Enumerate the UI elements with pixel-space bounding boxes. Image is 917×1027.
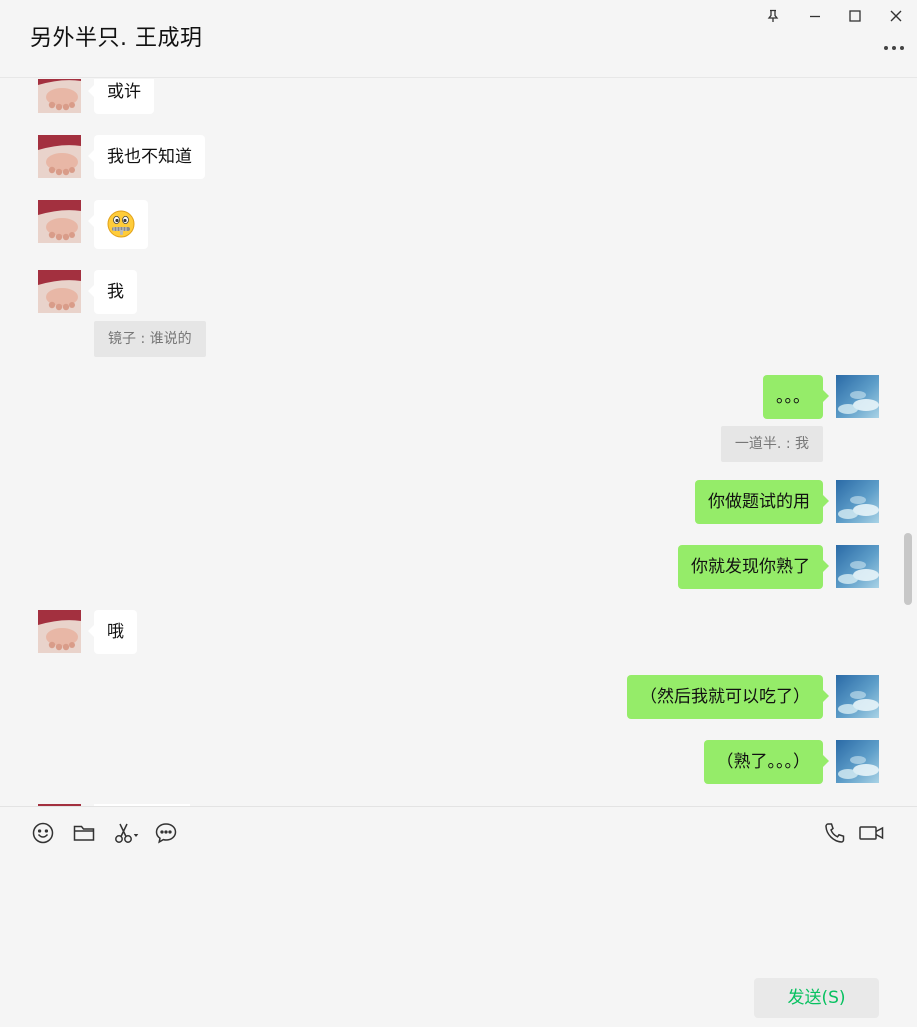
contact-avatar[interactable] — [38, 79, 81, 113]
more-options-button[interactable] — [883, 38, 905, 58]
more-dots-icon — [884, 46, 904, 50]
my-avatar[interactable] — [836, 545, 879, 588]
message-bubble-outgoing[interactable]: 你就发现你熟了 — [678, 545, 829, 589]
message-bubble-outgoing[interactable]: 你做题试的用 — [695, 480, 829, 524]
emoji-icon — [32, 822, 54, 844]
video-call-button[interactable] — [858, 821, 886, 847]
chat-bubble-icon — [155, 823, 177, 844]
message-bubble-incoming[interactable]: 或许 — [88, 79, 154, 114]
send-file-button[interactable] — [72, 821, 98, 847]
phone-icon — [825, 823, 845, 843]
video-call-icon — [859, 826, 884, 840]
message-bubble-incoming[interactable]: 我也不知道 — [88, 135, 205, 179]
chat-title: 另外半只. 王成玥 — [30, 26, 203, 51]
pin-icon — [767, 9, 779, 22]
title-bar: 另外半只. 王成玥 — [0, 0, 917, 78]
screenshot-button[interactable] — [113, 821, 141, 847]
my-avatar[interactable] — [836, 740, 879, 783]
minimize-icon — [810, 15, 820, 18]
close-button[interactable] — [883, 4, 909, 28]
message-bubble-outgoing[interactable]: （然后我就可以吃了） — [627, 675, 829, 719]
message-scrollbar[interactable] — [904, 533, 912, 605]
my-avatar[interactable] — [836, 675, 879, 718]
message-list[interactable]: 或许 我也不知道 我 镜子: 谁说的 。。。 一道半.: 我 你做题试的用 … — [0, 79, 917, 806]
pin-button[interactable] — [760, 4, 786, 28]
close-icon — [890, 10, 902, 22]
zipper-mouth-face-icon — [107, 210, 135, 238]
contact-avatar[interactable] — [38, 270, 81, 313]
send-button[interactable]: 发送(S) — [754, 978, 879, 1018]
maximize-icon — [849, 10, 861, 22]
message-bubble-incoming[interactable]: 我 — [88, 270, 137, 314]
quoted-reply[interactable]: 一道半. : 我 — [720, 426, 823, 462]
composer-toolbar — [0, 806, 917, 862]
voice-call-button[interactable] — [823, 821, 849, 847]
chat-history-button[interactable] — [154, 821, 180, 847]
quoted-reply[interactable]: 镜子 : 谁说的 — [94, 321, 206, 357]
scissors-icon — [115, 823, 139, 843]
message-bubble-incoming[interactable]: 哦 — [88, 610, 137, 654]
my-avatar[interactable] — [836, 375, 879, 418]
contact-avatar[interactable] — [38, 200, 81, 243]
contact-avatar[interactable] — [38, 610, 81, 653]
message-bubble-incoming[interactable] — [88, 200, 148, 249]
folder-icon — [73, 825, 95, 841]
message-input[interactable] — [20, 864, 897, 969]
emoji-button[interactable] — [31, 821, 57, 847]
my-avatar[interactable] — [836, 480, 879, 523]
minimize-button[interactable] — [802, 4, 828, 28]
contact-avatar[interactable] — [38, 135, 81, 178]
message-bubble-outgoing[interactable]: 。。。 — [763, 375, 829, 419]
maximize-button[interactable] — [842, 4, 868, 28]
message-bubble-outgoing[interactable]: （熟了。。。） — [703, 740, 829, 784]
